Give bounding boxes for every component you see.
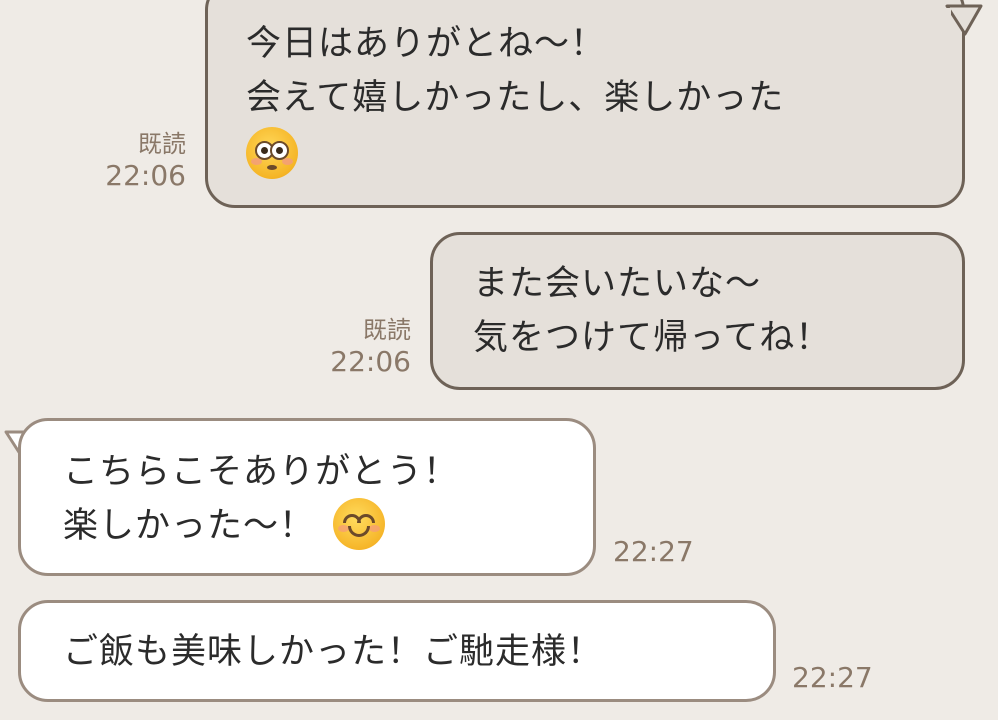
message-bubble-sent[interactable]: また会いたいな～ 気をつけて帰ってね！ — [430, 232, 965, 390]
emoji-line — [246, 125, 938, 179]
message-text-line: こちらこそありがとう！ — [63, 452, 460, 492]
message-text-line: 今日はありがとね～！ — [246, 24, 607, 64]
timestamp: 22:06 — [330, 345, 411, 378]
read-receipt: 既読 — [138, 130, 186, 158]
message-bubble-received[interactable]: こちらこそありがとう！ 楽しかった〜！ — [18, 418, 596, 576]
message-text-line: また会いたいな～ — [473, 264, 762, 304]
read-receipt: 既読 — [363, 316, 411, 344]
timestamp: 22:27 — [613, 535, 694, 568]
timestamp: 22:27 — [792, 661, 873, 694]
emoji-line: 楽しかった〜！ — [63, 498, 573, 553]
bubble-tail — [945, 4, 983, 38]
message-text-line: ご飯も美味しかった！ご馳走様！ — [63, 632, 604, 672]
message-bubble-received[interactable]: ご飯も美味しかった！ご馳走様！ — [18, 600, 776, 702]
message-meta: 既読 22:06 — [330, 314, 411, 378]
message-meta: 既読 22:06 — [105, 128, 186, 192]
chat-window: 既読 22:06 今日はありがとね～！ 会えて嬉しかったし、楽しかった 既読 2… — [0, 0, 998, 720]
timestamp: 22:06 — [105, 159, 186, 192]
message-text-line: 気をつけて帰ってね！ — [473, 318, 832, 358]
message-text-line: 楽しかった〜！ — [63, 506, 316, 546]
message-bubble-sent[interactable]: 今日はありがとね～！ 会えて嬉しかったし、楽しかった — [205, 0, 965, 208]
smiling-face-icon — [333, 498, 386, 550]
message-text-line: 会えて嬉しかったし、楽しかった — [246, 78, 785, 118]
flushed-face-icon — [246, 127, 298, 179]
